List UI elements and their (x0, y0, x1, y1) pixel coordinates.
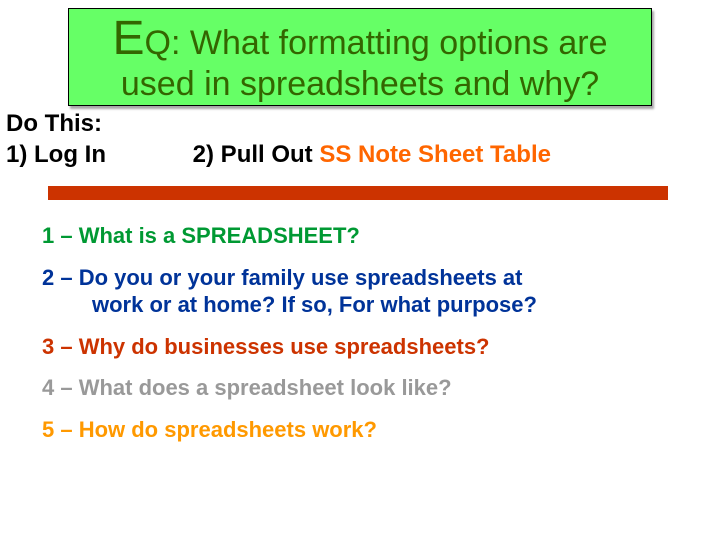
eq-text-line2: used in spreadsheets and why? (79, 66, 641, 103)
eq-letter-q: Q: (145, 24, 181, 62)
question-2: 2 – Do you or your family use spreadshee… (42, 264, 682, 319)
instructions-block: Do This: 1) Log In 2) Pull Out SS Note S… (6, 108, 551, 170)
eq-text-line1: What formatting options are (180, 24, 607, 62)
question-2-line1: 2 – Do you or your family use spreadshee… (42, 265, 523, 290)
question-5: 5 – How do spreadsheets work? (42, 416, 682, 444)
step-1-login: 1) Log In (6, 139, 186, 170)
divider-bar (48, 186, 668, 200)
question-1: 1 – What is a SPREADSHEET? (42, 222, 682, 250)
essential-question-box: EQ: What formatting options are used in … (68, 8, 652, 106)
question-3: 3 – Why do businesses use spreadsheets? (42, 333, 682, 361)
step-2-highlight: SS Note Sheet Table (319, 141, 551, 168)
instructions-steps: 1) Log In 2) Pull Out SS Note Sheet Tabl… (6, 139, 551, 170)
question-4: 4 – What does a spreadsheet look like? (42, 374, 682, 402)
questions-list: 1 – What is a SPREADSHEET? 2 – Do you or… (42, 222, 682, 457)
instructions-heading: Do This: (6, 108, 551, 139)
eq-letter-e: E (112, 12, 144, 65)
step-2-prefix: 2) Pull Out (193, 141, 320, 168)
question-2-line2: work or at home? If so, For what purpose… (42, 291, 682, 319)
eq-line1: EQ: What formatting options are (79, 13, 641, 66)
